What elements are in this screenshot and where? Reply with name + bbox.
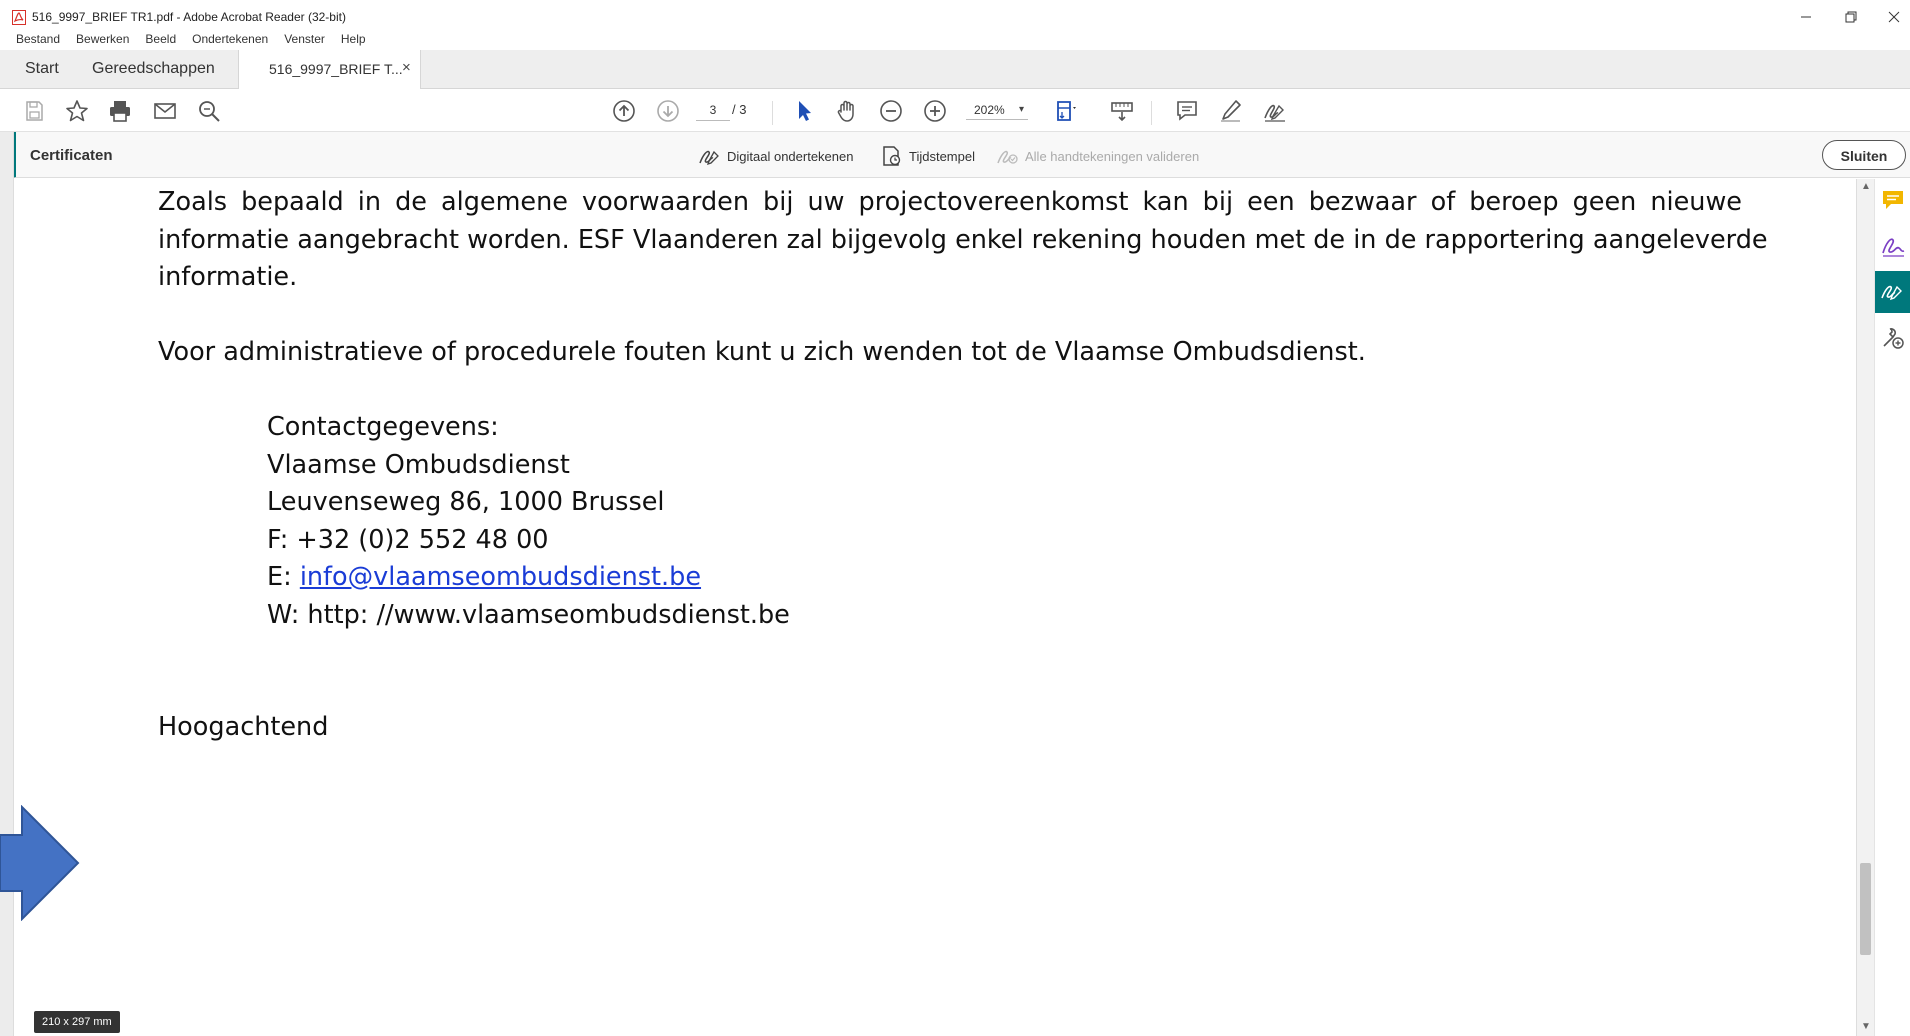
scroll-up-icon[interactable]: ▲: [1861, 181, 1871, 192]
paragraph-ombudsman: Voor administratieve of procedurele fout…: [158, 337, 1366, 367]
certificates-bar: Certificaten Digitaal ondertekenen Tijds…: [12, 132, 1910, 178]
rail-comment-button[interactable]: [1875, 179, 1910, 221]
menu-help[interactable]: Help: [332, 30, 373, 48]
minimize-button[interactable]: [1786, 4, 1826, 30]
contact-address: Leuvenseweg 86, 1000 Brussel: [267, 487, 665, 517]
blue-arrow-annotation: [0, 805, 80, 921]
text-line: informatie.: [158, 262, 298, 292]
chevron-down-icon[interactable]: ▾: [1019, 100, 1024, 120]
sign-icon[interactable]: [1261, 97, 1289, 125]
scroll-down-icon[interactable]: ▼: [1861, 1021, 1871, 1032]
validate-signature-icon: [997, 150, 1018, 164]
page-number-input[interactable]: 3: [696, 100, 730, 121]
document-view[interactable]: Zoals bepaald in de algemene voorwaarden…: [14, 179, 1857, 1036]
tab-start[interactable]: Start: [25, 50, 59, 88]
page-size-badge: 210 x 297 mm: [34, 1011, 120, 1033]
email-link[interactable]: info@vlaamseombudsdienst.be: [300, 562, 701, 592]
page-total: / 3: [732, 102, 747, 117]
contact-phone: F: +32 (0)2 552 48 00: [267, 525, 549, 555]
close-window-button[interactable]: [1874, 4, 1910, 30]
pdf-file-icon: [12, 10, 26, 25]
page-down-icon[interactable]: [654, 97, 682, 125]
toolbar-divider: [772, 101, 773, 125]
paragraph-objection: Zoals bepaald in de algemene voorwaarden…: [158, 184, 1768, 297]
tab-close-icon[interactable]: ×: [402, 59, 411, 76]
toolbar: 3 / 3 202% ▾: [0, 89, 1910, 132]
menu-bar: Bestand Bewerken Beeld Ondertekenen Vens…: [0, 30, 373, 48]
hand-tool-icon[interactable]: [833, 97, 861, 125]
text-line: Zoals bepaald in de algemene voorwaarden…: [158, 187, 1742, 217]
menu-venster[interactable]: Venster: [275, 30, 332, 48]
comment-icon[interactable]: [1173, 97, 1201, 125]
close-certificates-button[interactable]: Sluiten: [1822, 140, 1906, 170]
restore-icon: [1845, 11, 1857, 23]
rail-certificate-button[interactable]: [1875, 271, 1910, 313]
contact-name: Vlaamse Ombudsdienst: [267, 450, 570, 480]
more-tools-icon: [1883, 328, 1904, 349]
rail-more-tools-button[interactable]: [1875, 317, 1910, 359]
pen-sign-icon: [699, 150, 719, 166]
menu-ondertekenen[interactable]: Ondertekenen: [183, 30, 275, 48]
email-icon[interactable]: [151, 97, 179, 125]
menu-bewerken[interactable]: Bewerken: [67, 30, 136, 48]
contact-email-line: E: info@vlaamseombudsdienst.be: [267, 559, 1851, 597]
tab-document-label: 516_9997_BRIEF T...: [269, 61, 403, 77]
minimize-icon: [1801, 16, 1811, 18]
validate-all-button[interactable]: Alle handtekeningen valideren: [996, 145, 1199, 167]
zoom-in-icon[interactable]: [921, 97, 949, 125]
closing-greeting: Hoogachtend: [158, 712, 329, 742]
highlight-pen-icon[interactable]: [1217, 97, 1245, 125]
close-icon: [1888, 11, 1900, 23]
title-bar: 516_9997_BRIEF TR1.pdf - Adobe Acrobat R…: [0, 0, 1910, 34]
certificates-title: Certificaten: [30, 147, 113, 164]
contact-web: W: http: //www.vlaamseombudsdienst.be: [267, 600, 790, 630]
comment-icon: [1883, 191, 1903, 209]
certificate-sign-icon: [1881, 285, 1902, 301]
vertical-scrollbar[interactable]: ▲ ▼: [1856, 179, 1874, 1036]
tab-bar: Start Gereedschappen 516_9997_BRIEF T...…: [0, 50, 1910, 89]
fit-page-icon[interactable]: [1053, 97, 1081, 125]
page-up-icon[interactable]: [610, 97, 638, 125]
fill-sign-icon: [1882, 238, 1905, 257]
right-tool-rail: [1874, 179, 1910, 1036]
menu-bestand[interactable]: Bestand: [0, 30, 67, 48]
contact-email-prefix: E:: [267, 562, 300, 592]
scroll-mode-icon[interactable]: [1108, 97, 1136, 125]
rail-fill-sign-button[interactable]: [1875, 225, 1910, 267]
restore-button[interactable]: [1831, 4, 1871, 30]
contact-heading: Contactgegevens:: [267, 412, 499, 442]
toolbar-divider: [1151, 101, 1152, 125]
validate-all-label: Alle handtekeningen valideren: [1025, 148, 1200, 164]
print-icon[interactable]: [106, 97, 134, 125]
save-icon[interactable]: [20, 97, 48, 125]
scrollbar-thumb[interactable]: [1860, 863, 1871, 955]
timestamp-button[interactable]: Tijdstempel: [880, 145, 975, 167]
zoom-out-icon[interactable]: [877, 97, 905, 125]
tab-document[interactable]: 516_9997_BRIEF T... ×: [238, 50, 421, 89]
menu-beeld[interactable]: Beeld: [136, 30, 183, 48]
select-arrow-icon[interactable]: [790, 97, 818, 125]
timestamp-icon: [883, 146, 901, 166]
text-line: informatie aangebracht worden. ESF Vlaan…: [158, 224, 1768, 255]
sign-digital-button[interactable]: Digitaal ondertekenen: [698, 145, 853, 167]
window-title: 516_9997_BRIEF TR1.pdf - Adobe Acrobat R…: [32, 10, 346, 24]
timestamp-label: Tijdstempel: [909, 148, 975, 164]
sign-digital-label: Digitaal ondertekenen: [727, 148, 854, 164]
search-icon[interactable]: [195, 97, 223, 125]
bookmark-star-icon[interactable]: [63, 97, 91, 125]
tab-tools[interactable]: Gereedschappen: [92, 50, 215, 88]
